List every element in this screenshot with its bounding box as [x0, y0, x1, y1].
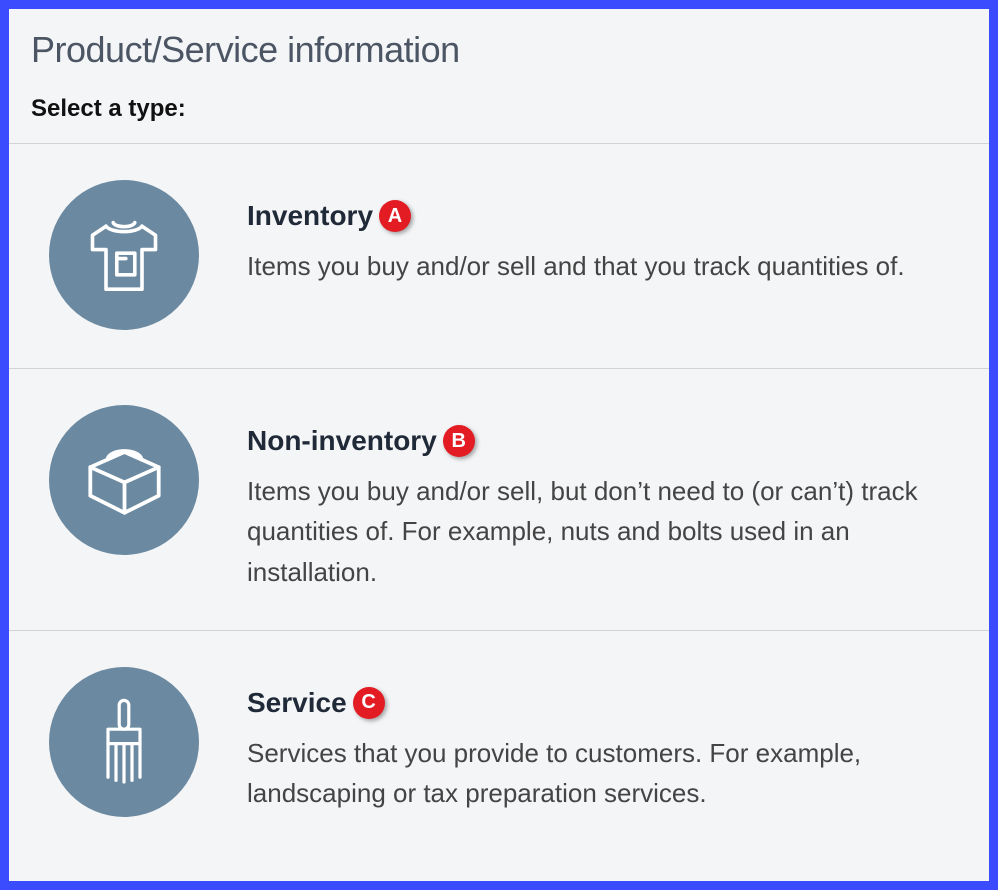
open-box-icon	[49, 405, 199, 555]
tshirt-icon	[49, 180, 199, 330]
option-inventory-text: Inventory A Items you buy and/or sell an…	[247, 170, 967, 286]
panel-header: Product/Service information Select a typ…	[9, 9, 989, 123]
panel-title: Product/Service information	[31, 29, 967, 71]
option-non-inventory-description: Items you buy and/or sell, but don’t nee…	[247, 471, 967, 592]
option-inventory-description: Items you buy and/or sell and that you t…	[247, 246, 967, 286]
option-inventory[interactable]: Inventory A Items you buy and/or sell an…	[9, 143, 989, 368]
option-non-inventory[interactable]: Non-inventory B Items you buy and/or sel…	[9, 368, 989, 630]
paint-brush-icon	[49, 667, 199, 817]
callout-badge-c: C	[353, 687, 385, 719]
option-service-description: Services that you provide to customers. …	[247, 733, 967, 814]
callout-badge-b: B	[443, 425, 475, 457]
option-service-text: Service C Services that you provide to c…	[247, 657, 967, 814]
product-service-panel: Product/Service information Select a typ…	[9, 9, 989, 881]
option-service[interactable]: Service C Services that you provide to c…	[9, 630, 989, 833]
option-inventory-label: Inventory	[247, 200, 373, 232]
option-non-inventory-label: Non-inventory	[247, 425, 437, 457]
callout-badge-a: A	[379, 200, 411, 232]
option-non-inventory-text: Non-inventory B Items you buy and/or sel…	[247, 395, 967, 592]
panel-subtitle: Select a type:	[31, 95, 967, 123]
option-service-label: Service	[247, 687, 347, 719]
